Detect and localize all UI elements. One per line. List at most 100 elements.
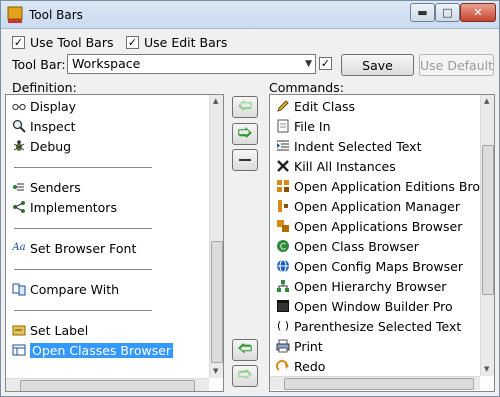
arrow-down-icon: 🢣 <box>237 367 253 383</box>
close-icon: ✕ <box>473 6 483 19</box>
scrollbar-thumb[interactable] <box>284 378 474 390</box>
add-command-button[interactable]: 🢠 <box>232 96 258 118</box>
list-item-label: Open Config Maps Browser <box>294 258 463 274</box>
use-edit-bars-checkbox[interactable]: ✓ <box>126 36 139 49</box>
list-item[interactable]: File In <box>276 117 331 135</box>
senders-icon <box>12 180 26 194</box>
list-item[interactable]: Display <box>12 97 76 115</box>
commands-list[interactable]: Edit Class File In Indent Selected Text … <box>269 94 495 392</box>
list-item-label: Open Hierarchy Browser <box>294 278 447 294</box>
separator <box>14 310 152 311</box>
list-item[interactable]: C Open Class Browser <box>276 237 419 255</box>
use-tool-bars-checkbox[interactable]: ✓ <box>12 36 25 49</box>
list-item[interactable]: Aa Set Browser Font <box>12 239 136 257</box>
list-item[interactable]: Open Application Manager <box>276 197 460 215</box>
bug-icon <box>12 139 26 153</box>
parentheses-icon: ( ) <box>276 319 290 332</box>
list-item-label: Implementors <box>30 199 117 215</box>
svg-text:C: C <box>280 243 286 253</box>
use-tool-bars-label: Use Tool Bars <box>30 35 114 50</box>
list-item[interactable]: Open Window Builder Pro <box>276 297 453 315</box>
hierarchy-icon <box>276 279 290 293</box>
separator <box>14 228 152 229</box>
tool-bar-select[interactable]: Workspace ▼ <box>67 54 316 74</box>
list-item-label: Open Applications Browser <box>294 218 463 234</box>
list-item[interactable]: Compare With <box>12 280 119 298</box>
scrollbar-thumb[interactable] <box>482 145 494 295</box>
save-button[interactable]: Save <box>341 54 414 76</box>
list-item-selected[interactable]: Open Classes Browser <box>12 341 174 359</box>
list-item[interactable]: Kill All Instances <box>276 157 396 175</box>
compare-icon <box>12 282 26 296</box>
maximize-icon: □ <box>442 6 453 19</box>
window-title: Tool Bars <box>29 8 83 22</box>
title-bar[interactable]: Tool Bars ▬ □ ✕ <box>1 1 499 29</box>
move-down-button[interactable]: 🢣 <box>232 365 258 387</box>
use-tool-bars-option[interactable]: ✓ Use Tool Bars <box>12 35 113 50</box>
indent-icon <box>276 139 290 153</box>
scrollbar-thumb[interactable] <box>20 380 195 391</box>
list-item[interactable]: Debug <box>12 137 71 155</box>
commands-horizontal-scrollbar[interactable] <box>270 376 480 390</box>
scroll-down-icon[interactable]: ▼ <box>484 365 489 373</box>
definition-list[interactable]: Display Inspect Debug Senders Implemento… <box>5 94 224 392</box>
scroll-up-icon[interactable]: ▲ <box>213 97 218 105</box>
commands-label: Commands: <box>269 80 344 95</box>
arrow-right-icon: 🢡 <box>237 125 253 141</box>
apps-browser-icon <box>276 219 290 233</box>
scroll-up-icon[interactable]: ▲ <box>484 97 489 105</box>
list-item[interactable]: Open Applications Browser <box>276 217 462 235</box>
minimize-icon: ▬ <box>417 6 428 19</box>
list-item-label: Compare With <box>30 281 120 297</box>
commands-vertical-scrollbar[interactable]: ▲ ▼ <box>480 95 494 376</box>
kill-icon <box>276 159 290 173</box>
list-item-label: Debug <box>30 138 72 154</box>
list-item-label: Kill All Instances <box>294 158 396 174</box>
list-item-label: Indent Selected Text <box>294 138 422 154</box>
use-edit-bars-label: Use Edit Bars <box>144 35 228 50</box>
list-item[interactable]: Indent Selected Text <box>276 137 421 155</box>
redo-icon <box>276 359 290 373</box>
use-edit-bars-option[interactable]: ✓ Use Edit Bars <box>126 35 227 50</box>
remove-command-button[interactable]: 🢡 <box>232 123 258 145</box>
list-item-label: Open Window Builder Pro <box>294 298 453 314</box>
separator-icon <box>239 159 251 161</box>
list-item-label: Set Label <box>30 322 89 338</box>
close-button[interactable]: ✕ <box>460 3 496 22</box>
file-in-icon <box>276 119 290 133</box>
list-item[interactable]: Edit Class <box>276 97 355 115</box>
use-default-button[interactable]: Use Default <box>419 54 494 76</box>
definition-horizontal-scrollbar[interactable] <box>6 378 209 391</box>
list-item[interactable]: Open Config Maps Browser <box>276 257 463 275</box>
tool-bar-label: Tool Bar: <box>12 57 66 72</box>
list-item-label: Open Application Manager <box>294 198 460 214</box>
tool-bars-dialog: Tool Bars ▬ □ ✕ ✓ Use Tool Bars ✓ Use Ed… <box>0 0 500 397</box>
maximize-button[interactable]: □ <box>435 3 460 22</box>
arrow-up-icon: 🢢 <box>237 341 253 357</box>
list-item[interactable]: ( ) Parenthesize Selected Text <box>276 317 461 335</box>
scrollbar-thumb[interactable] <box>211 241 223 363</box>
tool-bar-enabled-checkbox[interactable]: ✓ <box>319 57 332 70</box>
implementors-icon <box>12 200 26 214</box>
list-item[interactable]: Print <box>276 337 323 355</box>
app-manager-icon <box>276 199 290 213</box>
list-item-label: Redo <box>294 358 326 374</box>
scroll-down-icon[interactable]: ▼ <box>213 367 218 375</box>
glasses-icon <box>12 99 26 113</box>
minimize-button[interactable]: ▬ <box>410 3 435 22</box>
list-item[interactable]: Implementors <box>12 198 117 216</box>
window-builder-icon <box>276 299 290 313</box>
font-icon: Aa <box>12 242 26 253</box>
definition-vertical-scrollbar[interactable]: ▲ ▼ <box>209 95 223 378</box>
list-item[interactable]: Set Label <box>12 321 88 339</box>
list-item[interactable]: Senders <box>12 178 81 196</box>
list-item[interactable]: Redo <box>276 357 325 375</box>
move-up-button[interactable]: 🢢 <box>232 339 258 361</box>
list-item-label: Print <box>294 338 323 354</box>
list-item[interactable]: Open Application Editions Browse <box>276 177 494 195</box>
list-item-label: Parenthesize Selected Text <box>294 318 462 334</box>
list-item[interactable]: Open Hierarchy Browser <box>276 277 446 295</box>
list-item-label: Inspect <box>30 118 76 134</box>
list-item[interactable]: Inspect <box>12 117 76 135</box>
add-separator-button[interactable] <box>232 149 258 171</box>
